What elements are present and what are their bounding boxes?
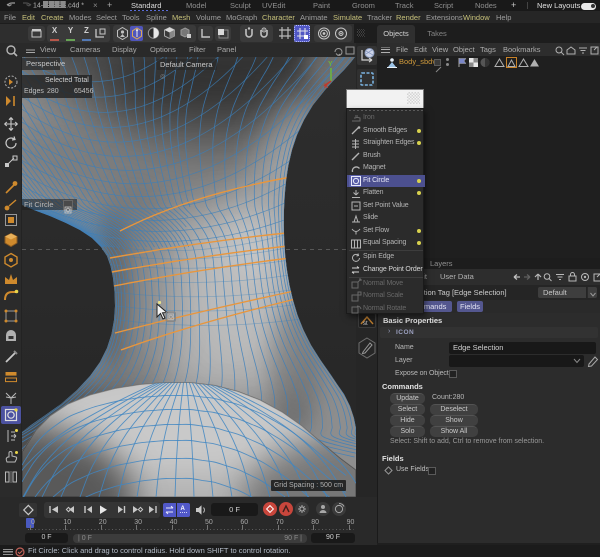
svg-text:X: X bbox=[324, 83, 329, 90]
svg-text:A: A bbox=[180, 506, 185, 512]
svg-text:st: st bbox=[363, 321, 368, 327]
svg-text:Y: Y bbox=[328, 61, 333, 68]
